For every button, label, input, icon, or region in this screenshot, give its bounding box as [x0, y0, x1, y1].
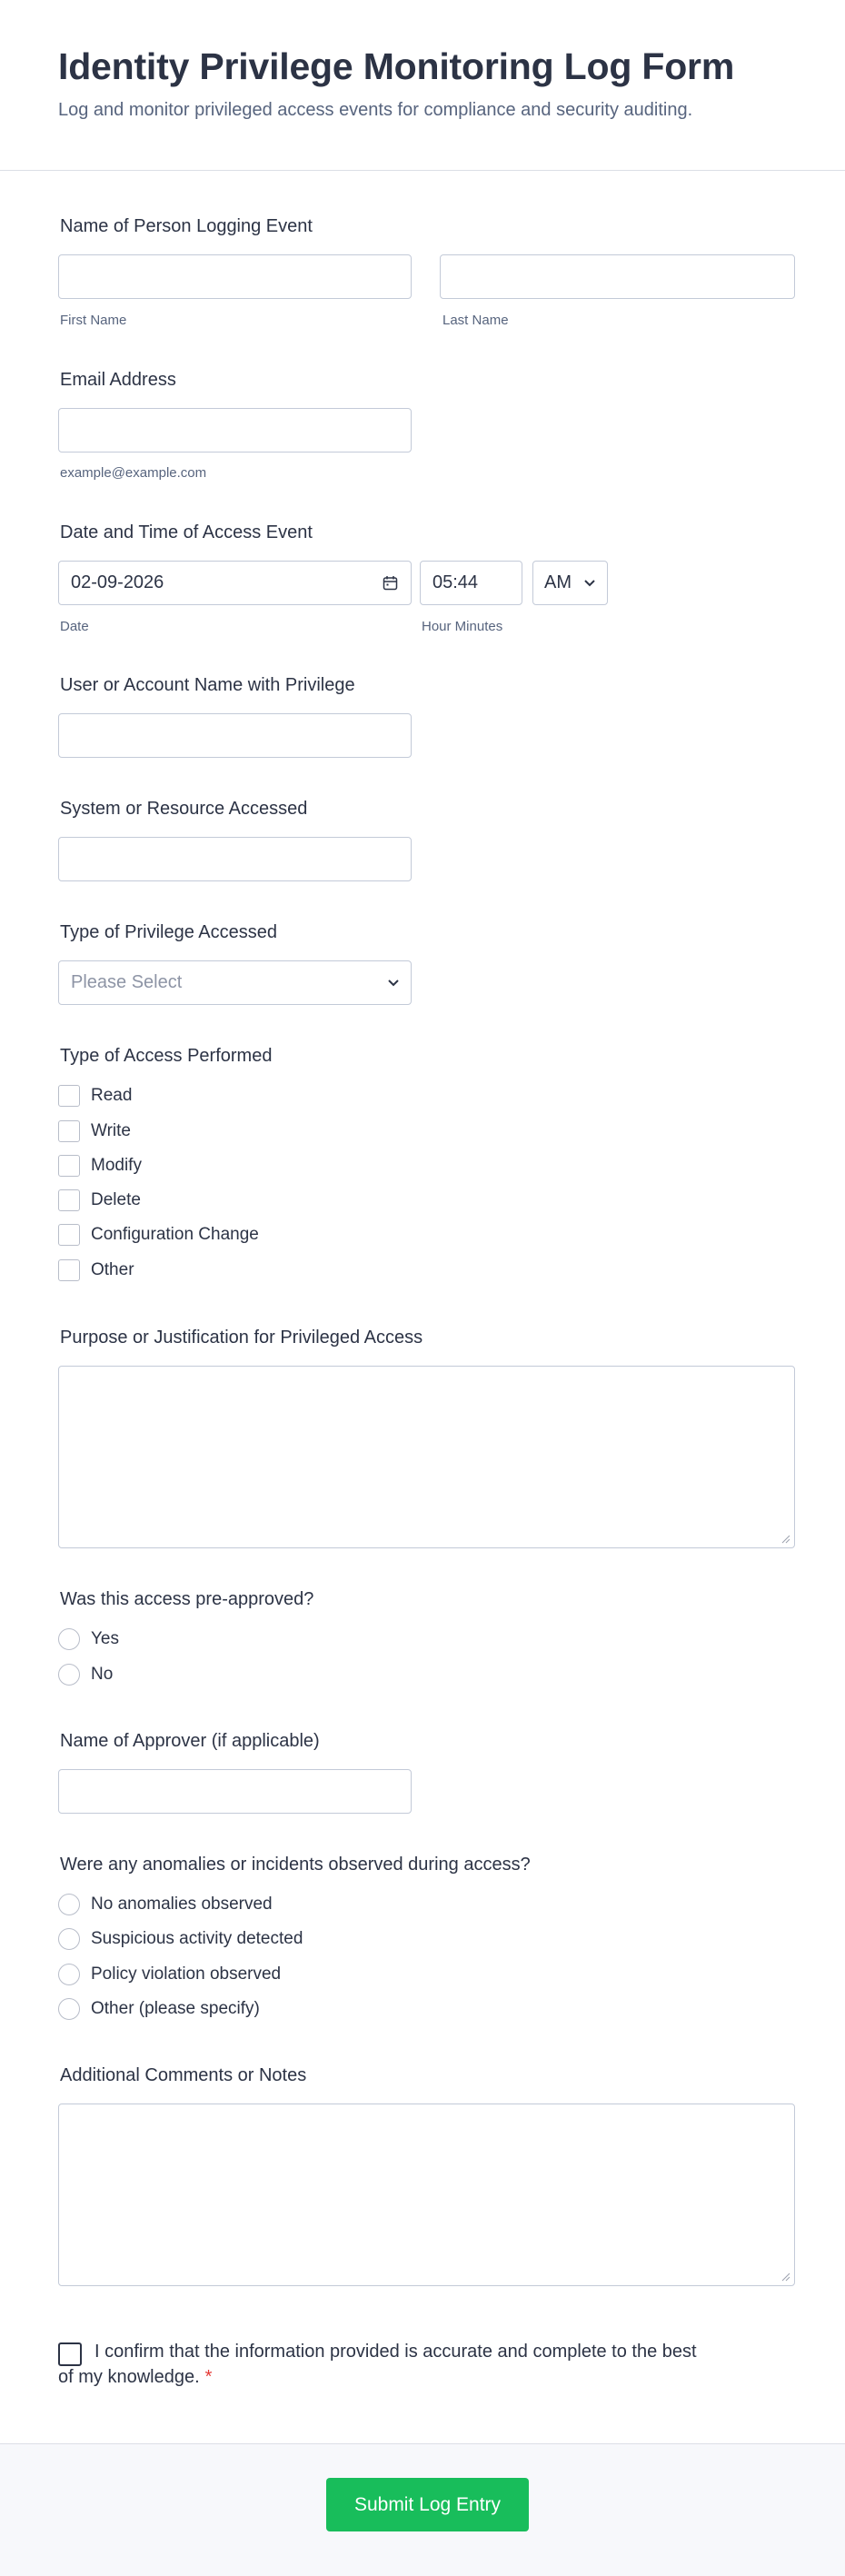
option-label: Other: [91, 1260, 134, 1279]
anomalies-option-policy-violation[interactable]: Policy violation observed: [58, 1963, 281, 1986]
last-name-input[interactable]: [440, 254, 795, 299]
radio-button[interactable]: [58, 1628, 80, 1650]
email-sublabel: example@example.com: [60, 465, 207, 481]
option-label: Delete: [91, 1190, 141, 1209]
user-account-label: User or Account Name with Privilege: [60, 675, 355, 695]
confirm-text: I confirm that the information provided …: [58, 2342, 697, 2387]
purpose-label: Purpose or Justification for Privileged …: [60, 1328, 423, 1348]
radio-button[interactable]: [58, 1894, 80, 1915]
chevron-down-icon: [584, 580, 595, 587]
checkbox[interactable]: [58, 1120, 80, 1142]
required-asterisk: *: [204, 2367, 213, 2387]
first-name-sublabel: First Name: [60, 313, 127, 328]
access-option-other[interactable]: Other: [58, 1258, 134, 1282]
form-title: Identity Privilege Monitoring Log Form: [58, 45, 735, 87]
anomalies-option-suspicious[interactable]: Suspicious activity detected: [58, 1927, 303, 1951]
anomalies-option-other[interactable]: Other (please specify): [58, 1997, 260, 2021]
anomalies-option-none[interactable]: No anomalies observed: [58, 1893, 273, 1916]
access-option-delete[interactable]: Delete: [58, 1189, 141, 1212]
form-header: Identity Privilege Monitoring Log Form L…: [0, 0, 845, 171]
access-option-write[interactable]: Write: [58, 1119, 131, 1143]
date-input[interactable]: 02-09-2026: [58, 561, 412, 605]
option-label: Policy violation observed: [91, 1964, 282, 1984]
system-resource-label: System or Resource Accessed: [60, 799, 308, 819]
option-label: Yes: [91, 1629, 119, 1648]
time-input[interactable]: 05:44: [420, 561, 522, 605]
comments-textarea[interactable]: [58, 2104, 795, 2286]
user-account-input[interactable]: [58, 713, 412, 758]
resize-handle-icon[interactable]: [781, 2273, 790, 2282]
access-option-read[interactable]: Read: [58, 1084, 132, 1108]
purpose-textarea[interactable]: [58, 1366, 795, 1548]
time-value: 05:44: [432, 572, 479, 592]
option-label: Suspicious activity detected: [91, 1929, 303, 1948]
access-type-label: Type of Access Performed: [60, 1046, 273, 1066]
checkbox[interactable]: [58, 1189, 80, 1211]
access-option-configuration-change[interactable]: Configuration Change: [58, 1223, 259, 1247]
option-label: No: [91, 1665, 114, 1684]
radio-button[interactable]: [58, 1928, 80, 1950]
ampm-value: AM: [544, 572, 572, 592]
date-sublabel: Date: [60, 619, 89, 634]
access-option-modify[interactable]: Modify: [58, 1154, 142, 1178]
approver-input[interactable]: [58, 1769, 412, 1814]
privilege-type-placeholder: Please Select: [71, 972, 183, 992]
resize-handle-icon[interactable]: [781, 1535, 790, 1544]
option-label: Write: [91, 1121, 131, 1140]
name-label: Name of Person Logging Event: [60, 216, 313, 236]
radio-button[interactable]: [58, 1964, 80, 1985]
checkbox[interactable]: [58, 1085, 80, 1107]
option-label: Modify: [91, 1156, 142, 1175]
date-value: 02-09-2026: [71, 572, 164, 592]
submit-button[interactable]: Submit Log Entry: [326, 2478, 529, 2531]
time-sublabel: Hour Minutes: [422, 619, 503, 634]
preapproved-option-no[interactable]: No: [58, 1663, 113, 1686]
option-label: Configuration Change: [91, 1225, 259, 1244]
preapproved-option-yes[interactable]: Yes: [58, 1627, 119, 1651]
option-label: Other (please specify): [91, 1999, 260, 2018]
email-label: Email Address: [60, 370, 176, 390]
radio-button[interactable]: [58, 1664, 80, 1686]
option-label: Read: [91, 1086, 133, 1105]
checkbox[interactable]: [58, 1224, 80, 1246]
form-subtitle: Log and monitor privileged access events…: [58, 100, 693, 120]
anomalies-label: Were any anomalies or incidents observed…: [60, 1855, 531, 1875]
privilege-type-label: Type of Privilege Accessed: [60, 922, 278, 942]
comments-label: Additional Comments or Notes: [60, 2065, 307, 2085]
radio-button[interactable]: [58, 1998, 80, 2020]
privilege-type-select[interactable]: Please Select: [58, 960, 412, 1005]
checkbox[interactable]: [58, 1259, 80, 1281]
last-name-sublabel: Last Name: [442, 313, 509, 328]
calendar-icon[interactable]: [383, 575, 398, 591]
confirm-label: I confirm that the information provided …: [58, 2339, 712, 2390]
first-name-input[interactable]: [58, 254, 412, 299]
system-resource-input[interactable]: [58, 837, 412, 881]
datetime-label: Date and Time of Access Event: [60, 522, 313, 542]
preapproved-label: Was this access pre-approved?: [60, 1589, 314, 1609]
email-input[interactable]: [58, 408, 412, 453]
chevron-down-icon: [388, 980, 399, 987]
approver-label: Name of Approver (if applicable): [60, 1731, 320, 1751]
checkbox[interactable]: [58, 1155, 80, 1177]
ampm-select[interactable]: AM: [532, 561, 608, 605]
option-label: No anomalies observed: [91, 1895, 273, 1914]
